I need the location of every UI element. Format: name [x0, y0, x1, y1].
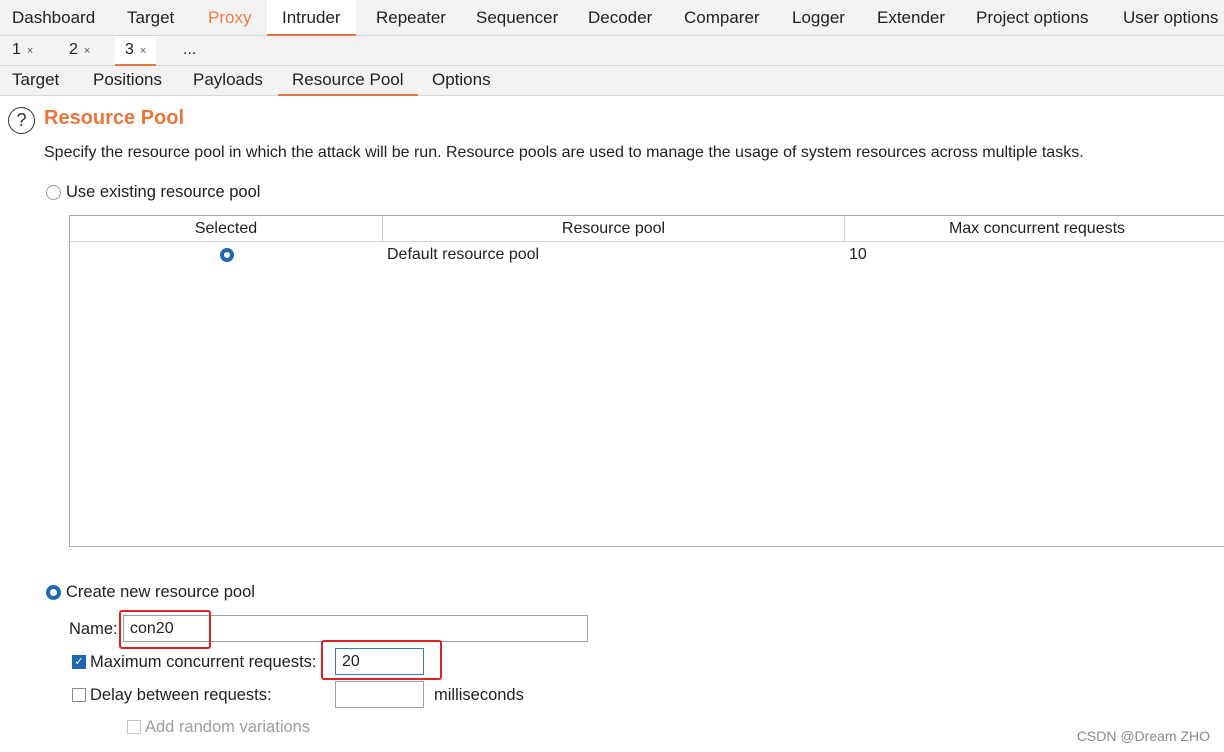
subtab-positions[interactable]: Positions — [93, 66, 162, 96]
row-max-concurrent[interactable]: 10 — [849, 243, 867, 267]
tab-target[interactable]: Target — [127, 0, 174, 36]
create-new-pool-option[interactable]: Create new resource pool — [46, 583, 255, 602]
instance-tab-label: 1 — [12, 41, 21, 58]
milliseconds-label: milliseconds — [434, 686, 524, 704]
intruder-sub-tab-bar: Target Positions Payloads Resource Pool … — [0, 66, 1224, 96]
tab-dashboard[interactable]: Dashboard — [12, 0, 95, 36]
tab-user-options[interactable]: User options — [1123, 0, 1218, 36]
row-selected-radio[interactable] — [220, 248, 234, 262]
section-title: Resource Pool — [44, 107, 185, 129]
new-instance-tab[interactable]: ... — [173, 36, 206, 66]
resource-pool-table: Selected Resource pool Max concurrent re… — [69, 215, 1224, 547]
max-concurrent-input[interactable]: 20 — [335, 648, 424, 675]
watermark: CSDN @Dream ZHO — [1076, 728, 1210, 744]
tab-project-options[interactable]: Project options — [976, 0, 1088, 36]
tab-proxy[interactable]: Proxy — [208, 0, 251, 36]
tab-sequencer[interactable]: Sequencer — [476, 0, 558, 36]
delay-checkbox[interactable] — [72, 688, 86, 702]
instance-tab-3[interactable]: 3 × — [115, 36, 157, 66]
intruder-instance-tab-bar: 1 × 2 × 3 × ... — [0, 36, 1224, 66]
instance-tab-label: 3 — [125, 41, 134, 58]
close-icon[interactable]: × — [84, 45, 90, 57]
random-variations-label: Add random variations — [145, 718, 311, 736]
random-variations-checkbox[interactable] — [127, 720, 141, 734]
instance-tab-1[interactable]: 1 × — [2, 36, 43, 66]
main-tab-bar: Dashboard Target Proxy Intruder Repeater… — [0, 0, 1224, 36]
tab-logger[interactable]: Logger — [792, 0, 845, 36]
use-existing-pool-radio[interactable] — [46, 185, 61, 200]
pool-name-input[interactable]: con20 — [123, 615, 588, 642]
tab-intruder[interactable]: Intruder — [267, 0, 356, 36]
close-icon[interactable]: × — [140, 45, 146, 57]
subtab-options[interactable]: Options — [432, 66, 491, 96]
help-icon[interactable]: ? — [8, 107, 35, 134]
tab-decoder[interactable]: Decoder — [588, 0, 652, 36]
use-existing-pool-option[interactable]: Use existing resource pool — [46, 183, 260, 202]
column-header-selected[interactable]: Selected — [70, 216, 383, 242]
delay-input[interactable] — [335, 681, 424, 708]
use-existing-pool-label: Use existing resource pool — [66, 183, 261, 201]
section-description: Specify the resource pool in which the a… — [44, 144, 1084, 161]
tab-extender[interactable]: Extender — [877, 0, 945, 36]
instance-tab-2[interactable]: 2 × — [59, 36, 100, 66]
delay-label: Delay between requests: — [90, 686, 272, 704]
max-concurrent-label: Maximum concurrent requests: — [90, 653, 317, 671]
subtab-resource-pool[interactable]: Resource Pool — [278, 66, 418, 96]
tab-repeater[interactable]: Repeater — [376, 0, 446, 36]
instance-tab-label: 2 — [69, 41, 78, 58]
subtab-target[interactable]: Target — [12, 66, 59, 96]
column-header-resource-pool[interactable]: Resource pool — [383, 216, 845, 242]
create-new-pool-label: Create new resource pool — [66, 583, 255, 601]
create-new-pool-radio[interactable] — [46, 585, 61, 600]
close-icon[interactable]: × — [27, 45, 33, 57]
subtab-payloads[interactable]: Payloads — [193, 66, 263, 96]
max-concurrent-checkbox[interactable]: ✓ — [72, 655, 86, 669]
column-header-max-concurrent[interactable]: Max concurrent requests — [845, 216, 1224, 242]
name-label: Name: — [69, 620, 118, 638]
tab-comparer[interactable]: Comparer — [684, 0, 760, 36]
row-resource-pool-name[interactable]: Default resource pool — [387, 243, 539, 267]
